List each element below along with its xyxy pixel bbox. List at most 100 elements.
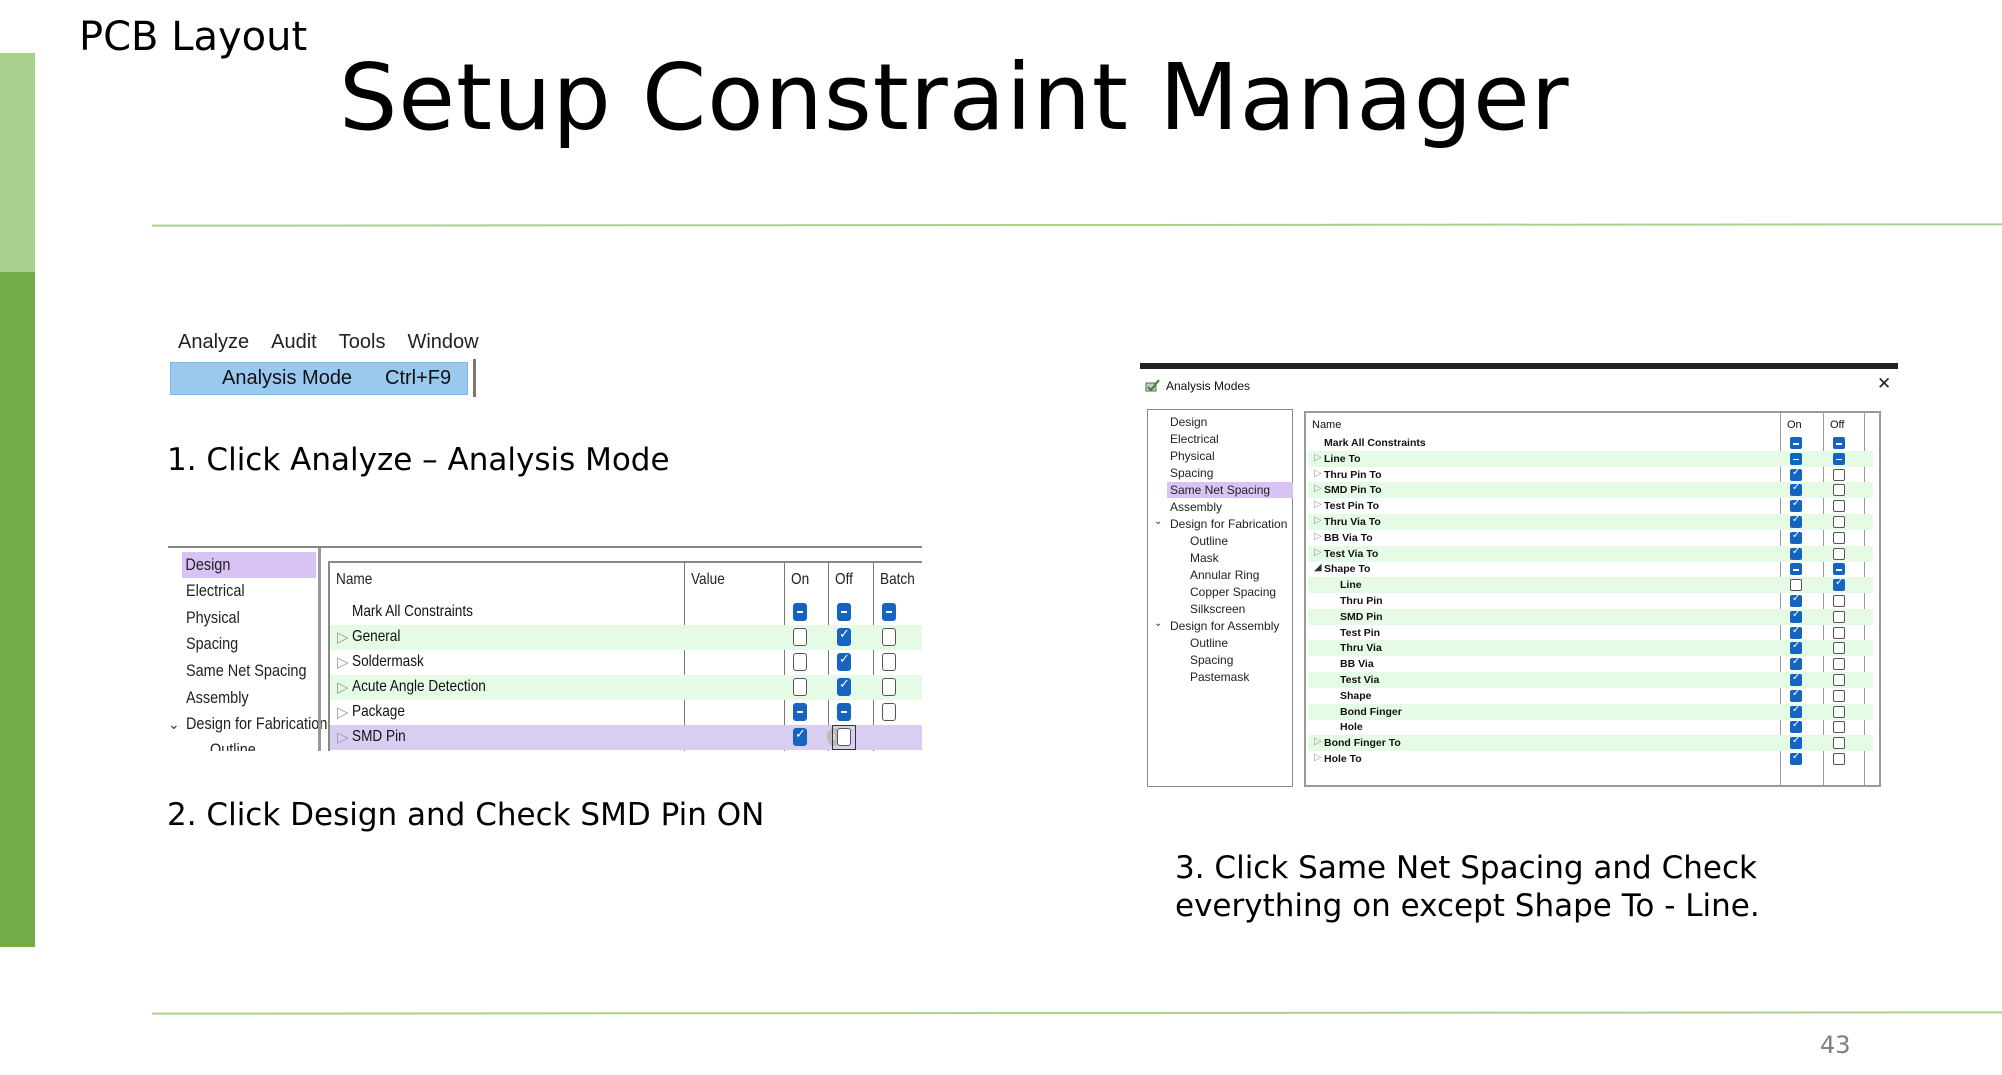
- expand-icon[interactable]: ▷: [337, 703, 349, 721]
- on-checkbox[interactable]: [1790, 672, 1802, 686]
- nav-item-spacing[interactable]: Spacing: [186, 631, 238, 657]
- off-checkbox[interactable]: [1833, 753, 1845, 765]
- table-row[interactable]: ▷ Thru Via To: [1308, 514, 1873, 530]
- table-row[interactable]: Test Via: [1308, 672, 1873, 688]
- expand-icon[interactable]: ▷: [1314, 547, 1322, 558]
- expand-icon[interactable]: ▷: [1314, 452, 1322, 463]
- menu-analyze[interactable]: Analyze: [178, 331, 249, 354]
- on-checkbox[interactable]: [793, 603, 807, 621]
- on-checkbox[interactable]: [793, 703, 807, 721]
- batch-checkbox[interactable]: [882, 603, 896, 621]
- off-checkbox[interactable]: [1833, 531, 1845, 544]
- table-row[interactable]: ▷ Test Via To: [1308, 545, 1873, 562]
- off-checkbox[interactable]: [837, 603, 851, 621]
- off-checkbox[interactable]: [837, 703, 851, 721]
- on-checkbox[interactable]: [1790, 563, 1802, 576]
- nav-item-physical[interactable]: Physical: [1170, 448, 1215, 464]
- nav-item-mask[interactable]: Mask: [1190, 550, 1219, 566]
- col-header-on[interactable]: On: [791, 571, 809, 589]
- on-checkbox[interactable]: [1790, 735, 1802, 750]
- on-checkbox[interactable]: [1790, 482, 1802, 497]
- on-checkbox[interactable]: [1790, 688, 1802, 702]
- expand-icon[interactable]: ▷: [1314, 531, 1322, 542]
- table-row[interactable]: ▷ Soldermask: [330, 650, 922, 675]
- menu-window[interactable]: Window: [407, 331, 478, 354]
- table-row[interactable]: ▷ Test Pin To: [1308, 498, 1873, 514]
- nav-item-annular-ring[interactable]: Annular Ring: [1190, 567, 1259, 583]
- expand-icon[interactable]: ▷: [337, 653, 349, 671]
- col-header-batch[interactable]: Batch: [880, 571, 915, 589]
- batch-checkbox[interactable]: [882, 678, 896, 696]
- on-checkbox[interactable]: [1790, 656, 1802, 671]
- table-row[interactable]: ▷ BB Via To: [1308, 530, 1873, 546]
- nav-item-assembly[interactable]: Assembly: [186, 685, 249, 711]
- off-checkbox[interactable]: [1833, 626, 1845, 639]
- off-checkbox[interactable]: [1833, 452, 1845, 465]
- off-checkbox[interactable]: [1833, 689, 1845, 702]
- nav-item-copper-spacing[interactable]: Copper Spacing: [1190, 584, 1276, 600]
- close-icon[interactable]: ✕: [1877, 374, 1891, 394]
- expand-icon[interactable]: ▷: [1314, 736, 1322, 747]
- dialog-titlebar[interactable]: Analysis Modes ✕: [1140, 369, 1898, 403]
- batch-checkbox[interactable]: [882, 653, 896, 671]
- off-checkbox[interactable]: [1833, 468, 1845, 481]
- nav-item-same-net-spacing[interactable]: Same Net Spacing: [186, 658, 306, 684]
- expand-icon[interactable]: ▷: [337, 678, 349, 696]
- nav-item-assembly[interactable]: Assembly: [1170, 499, 1222, 515]
- collapse-icon[interactable]: ◢: [1314, 562, 1322, 573]
- expand-icon[interactable]: ▷: [337, 728, 349, 746]
- off-checkbox[interactable]: [1833, 484, 1845, 497]
- off-checkbox[interactable]: [1833, 500, 1845, 513]
- col-header-name[interactable]: Name: [336, 571, 372, 589]
- nav-item-electrical[interactable]: Electrical: [1170, 431, 1219, 447]
- table-row[interactable]: ▷ Bond Finger To: [1308, 735, 1873, 752]
- off-checkbox[interactable]: [1833, 705, 1845, 718]
- on-checkbox[interactable]: [1790, 437, 1802, 449]
- nav-item-design-for-fabrication[interactable]: Design for Fabrication: [1170, 516, 1287, 532]
- expand-icon[interactable]: ▷: [1314, 468, 1322, 479]
- col-header-value[interactable]: Value: [691, 571, 725, 589]
- on-checkbox[interactable]: [1790, 467, 1802, 481]
- table-row[interactable]: Thru Via: [1308, 640, 1873, 657]
- nav-item-design-for-assembly[interactable]: Design for Assembly: [1170, 618, 1279, 634]
- table-row[interactable]: Test Pin: [1308, 625, 1873, 641]
- nav-item-physical[interactable]: Physical: [186, 605, 240, 631]
- off-checkbox[interactable]: [1833, 674, 1845, 686]
- nav-item-design-for-fabrication[interactable]: Design for Fabrication: [186, 711, 327, 737]
- on-checkbox[interactable]: [1790, 625, 1802, 639]
- table-row[interactable]: Shape: [1308, 688, 1873, 704]
- table-row[interactable]: ◢ Shape To: [1308, 561, 1873, 577]
- on-checkbox[interactable]: [1790, 704, 1802, 718]
- off-checkbox[interactable]: [837, 652, 851, 671]
- on-checkbox[interactable]: [1790, 452, 1802, 465]
- expand-icon[interactable]: ▷: [337, 628, 349, 646]
- nav-item-outline[interactable]: Outline: [1190, 635, 1228, 651]
- on-checkbox[interactable]: [1790, 546, 1802, 560]
- table-row[interactable]: Hole: [1308, 719, 1873, 735]
- expand-icon[interactable]: ▷: [1314, 752, 1322, 763]
- expand-icon[interactable]: ▷: [1314, 483, 1322, 494]
- batch-checkbox[interactable]: [882, 703, 896, 721]
- on-checkbox[interactable]: [1790, 498, 1802, 513]
- off-checkbox[interactable]: [837, 677, 851, 696]
- table-row[interactable]: ▷ Package: [330, 700, 922, 725]
- on-checkbox[interactable]: [1790, 514, 1802, 528]
- on-checkbox[interactable]: [1790, 640, 1802, 655]
- expand-icon[interactable]: ▷: [1314, 499, 1322, 510]
- on-checkbox[interactable]: [793, 727, 807, 746]
- off-checkbox[interactable]: [1833, 610, 1845, 623]
- off-checkbox[interactable]: [837, 728, 851, 746]
- off-checkbox[interactable]: [837, 627, 851, 646]
- table-row[interactable]: ▷ General: [330, 625, 922, 650]
- nav-item-spacing[interactable]: Spacing: [1190, 652, 1233, 668]
- nav-item-outline[interactable]: Outline: [210, 737, 256, 751]
- off-checkbox[interactable]: [1833, 516, 1845, 528]
- nav-item-spacing[interactable]: Spacing: [1170, 465, 1213, 481]
- table-row[interactable]: ▷ SMD Pin To: [1308, 482, 1873, 499]
- batch-checkbox[interactable]: [882, 628, 896, 646]
- on-checkbox[interactable]: [793, 628, 807, 646]
- off-checkbox[interactable]: [1833, 721, 1845, 734]
- on-checkbox[interactable]: [793, 678, 807, 696]
- nav-item-electrical[interactable]: Electrical: [186, 578, 245, 604]
- off-checkbox[interactable]: [1833, 577, 1845, 592]
